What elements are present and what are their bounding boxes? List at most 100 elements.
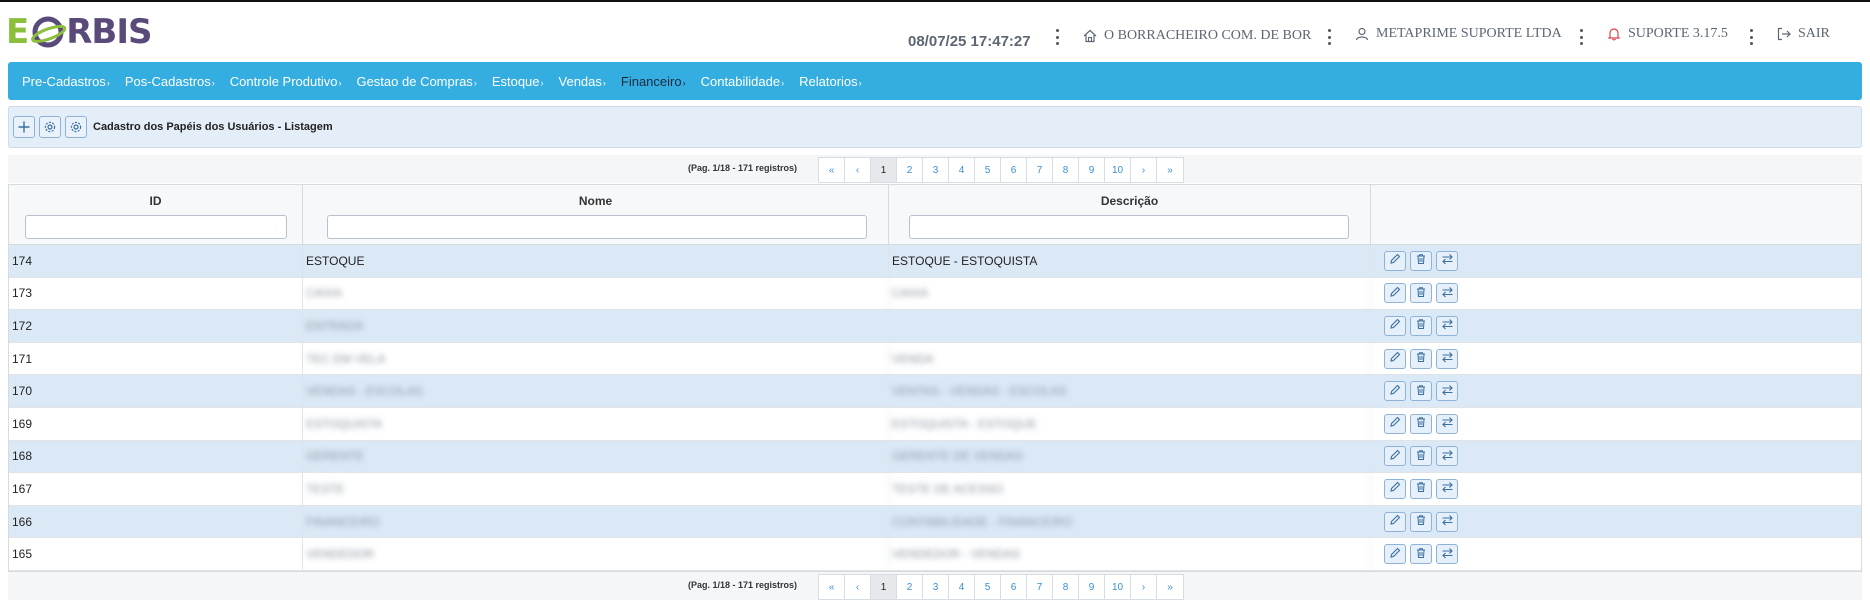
- delete-button[interactable]: [1410, 250, 1432, 271]
- logout-button[interactable]: SAIR: [1776, 23, 1830, 45]
- delete-button[interactable]: [1410, 315, 1432, 336]
- page-button-8[interactable]: 8: [1053, 158, 1079, 182]
- cell-descricao: ESTOQUISTA - ESTOQUE: [889, 407, 1371, 440]
- delete-button[interactable]: [1410, 511, 1432, 532]
- table-row[interactable]: 172 ENTRADA: [9, 310, 1861, 343]
- first-page-button[interactable]: «: [819, 575, 845, 599]
- table-row[interactable]: 165 VENDEDOR VENDEDOR - VENDAS: [9, 538, 1861, 571]
- transfer-button[interactable]: [1436, 413, 1458, 434]
- edit-button[interactable]: [1384, 478, 1406, 499]
- delete-button[interactable]: [1410, 381, 1432, 402]
- page-button-3[interactable]: 3: [923, 575, 949, 599]
- transfer-button[interactable]: [1436, 381, 1458, 402]
- edit-button[interactable]: [1384, 446, 1406, 467]
- page-button-10[interactable]: 10: [1105, 158, 1131, 182]
- table-row[interactable]: 166 FINANCEIRO CONTABILIDADE - FINANCEIRO: [9, 505, 1861, 539]
- eorbis-logo[interactable]: E RBIS: [6, 10, 152, 54]
- add-button[interactable]: [13, 116, 35, 138]
- page-button-9[interactable]: 9: [1079, 575, 1105, 599]
- page-button-3[interactable]: 3: [923, 158, 949, 182]
- support-notifications[interactable]: SUPORTE 3.17.5: [1606, 23, 1728, 45]
- page-button-8[interactable]: 8: [1053, 575, 1079, 599]
- edit-button[interactable]: [1384, 381, 1406, 402]
- edit-button[interactable]: [1384, 413, 1406, 434]
- page-button-10[interactable]: 10: [1105, 575, 1131, 599]
- kebab-menu-icon[interactable]: [1326, 29, 1332, 45]
- page-button-7[interactable]: 7: [1027, 575, 1053, 599]
- transfer-button[interactable]: [1436, 250, 1458, 271]
- nav-item-controle-produtivo[interactable]: Controle Produtivo›: [230, 74, 342, 89]
- company-selector[interactable]: O BORRACHEIRO COM. DE BOR: [1082, 25, 1311, 47]
- edit-button[interactable]: [1384, 511, 1406, 532]
- transfer-button[interactable]: [1436, 446, 1458, 467]
- trash-icon: [1415, 547, 1427, 562]
- table-row[interactable]: 170 VENDAS - ESCOLAS VENTAS - VENDAS - ESC…: [9, 375, 1861, 408]
- page-button-6[interactable]: 6: [1001, 158, 1027, 182]
- cell-descricao: ESTOQUE - ESTOQUISTA: [889, 245, 1371, 277]
- page-button-5[interactable]: 5: [975, 158, 1001, 182]
- table-row[interactable]: 167 TESTE TESTE DE ACESSO: [9, 473, 1861, 506]
- page-button-1[interactable]: 1: [871, 158, 897, 182]
- page-button-7[interactable]: 7: [1027, 158, 1053, 182]
- edit-button[interactable]: [1384, 250, 1406, 271]
- kebab-menu-icon[interactable]: [1054, 29, 1060, 45]
- settings-button[interactable]: [39, 116, 61, 138]
- last-page-button[interactable]: »: [1157, 575, 1183, 599]
- nav-item-contabilidade[interactable]: Contabilidade›: [701, 74, 785, 89]
- transfer-button[interactable]: [1436, 478, 1458, 499]
- edit-button[interactable]: [1384, 544, 1406, 565]
- nav-item-financeiro[interactable]: Financeiro›: [621, 74, 686, 89]
- prev-page-button[interactable]: ‹: [845, 158, 871, 182]
- nav-item-pos-cadastros[interactable]: Pos-Cadastros›: [125, 74, 215, 89]
- edit-button[interactable]: [1384, 348, 1406, 369]
- table-row[interactable]: 174 ESTOQUE ESTOQUE - ESTOQUISTA: [9, 245, 1861, 278]
- delete-button[interactable]: [1410, 283, 1432, 304]
- table-header: ID Nome Descrição: [9, 185, 1861, 245]
- config-button[interactable]: [65, 116, 87, 138]
- user-icon: [1354, 26, 1370, 42]
- table-row[interactable]: 169 ESTOQUISTA ESTOQUISTA - ESTOQUE: [9, 407, 1861, 441]
- descricao-filter-input[interactable]: [909, 215, 1349, 239]
- kebab-menu-icon[interactable]: [1578, 29, 1584, 45]
- transfer-button[interactable]: [1436, 544, 1458, 565]
- page-button-2[interactable]: 2: [897, 158, 923, 182]
- transfer-button[interactable]: [1436, 348, 1458, 369]
- cell-descricao: VENTAS - VENDAS - ESCOLAS: [889, 375, 1371, 407]
- page-button-4[interactable]: 4: [949, 575, 975, 599]
- nav-item-vendas[interactable]: Vendas›: [559, 74, 606, 89]
- transfer-button[interactable]: [1436, 511, 1458, 532]
- page-button-6[interactable]: 6: [1001, 575, 1027, 599]
- first-page-button[interactable]: «: [819, 158, 845, 182]
- edit-button[interactable]: [1384, 315, 1406, 336]
- user-menu[interactable]: METAPRIME SUPORTE LTDA: [1354, 23, 1562, 45]
- bell-icon: [1606, 26, 1622, 42]
- transfer-button[interactable]: [1436, 315, 1458, 336]
- chevron-right-icon: ›: [211, 77, 215, 88]
- nav-item-gestao-de-compras[interactable]: Gestao de Compras›: [356, 74, 476, 89]
- next-page-button[interactable]: ›: [1131, 575, 1157, 599]
- delete-button[interactable]: [1410, 413, 1432, 434]
- table-row[interactable]: 173 CAIXA CAIXA: [9, 277, 1861, 311]
- page-button-2[interactable]: 2: [897, 575, 923, 599]
- delete-button[interactable]: [1410, 544, 1432, 565]
- page-button-9[interactable]: 9: [1079, 158, 1105, 182]
- delete-button[interactable]: [1410, 446, 1432, 467]
- nome-filter-input[interactable]: [327, 215, 867, 239]
- id-filter-input[interactable]: [25, 215, 287, 239]
- last-page-button[interactable]: »: [1157, 158, 1183, 182]
- page-button-5[interactable]: 5: [975, 575, 1001, 599]
- delete-button[interactable]: [1410, 478, 1432, 499]
- kebab-menu-icon[interactable]: [1748, 29, 1754, 45]
- table-row[interactable]: 171 TEC EM VELA VENDA: [9, 342, 1861, 376]
- nav-item-pre-cadastros[interactable]: Pre-Cadastros›: [22, 74, 110, 89]
- delete-button[interactable]: [1410, 348, 1432, 369]
- prev-page-button[interactable]: ‹: [845, 575, 871, 599]
- nav-item-estoque[interactable]: Estoque›: [492, 74, 544, 89]
- page-button-4[interactable]: 4: [949, 158, 975, 182]
- transfer-button[interactable]: [1436, 283, 1458, 304]
- table-row[interactable]: 168 GERENTE GERENTE DE VENDAS: [9, 440, 1861, 474]
- edit-button[interactable]: [1384, 283, 1406, 304]
- page-button-1[interactable]: 1: [871, 575, 897, 599]
- next-page-button[interactable]: ›: [1131, 158, 1157, 182]
- nav-item-relatorios[interactable]: Relatorios›: [799, 74, 862, 89]
